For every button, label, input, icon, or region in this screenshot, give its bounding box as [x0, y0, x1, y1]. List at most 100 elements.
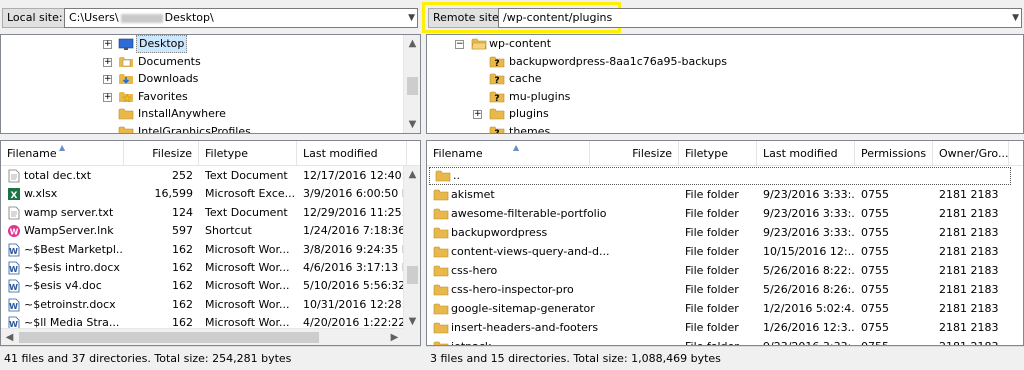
- desktop-icon: [118, 37, 134, 51]
- scroll-left-arrow-icon[interactable]: ◀: [1, 329, 18, 345]
- cell-filesize: 252: [172, 169, 193, 182]
- tree-item-downloads[interactable]: + Downloads: [1, 70, 420, 88]
- chevron-down-icon[interactable]: ▼: [1012, 9, 1019, 27]
- local-tree-scrollbar[interactable]: ▲ ▼: [403, 35, 420, 133]
- tree-item-backupwordpress-8aa1c76a95-backups[interactable]: ? backupwordpress-8aa1c76a95-backups: [427, 53, 1023, 71]
- tree-item-desktop[interactable]: + Desktop: [1, 35, 420, 53]
- remote-path: /wp-content/plugins: [503, 11, 613, 24]
- table-row[interactable]: W ~$Best Marketpl... 162 Microsoft Wor... 3/…: [1, 241, 407, 259]
- collapse-icon[interactable]: −: [455, 40, 464, 49]
- column-header-last-modified[interactable]: Last modified: [757, 141, 855, 166]
- cell-filetype: Microsoft Wor...: [205, 297, 290, 311]
- cell-owner-group: 2181 2183: [939, 207, 999, 220]
- table-row[interactable]: google-sitemap-generator File folder 1/2/2…: [427, 300, 1023, 318]
- local-path-suffix: Desktop\: [164, 11, 214, 24]
- expand-icon[interactable]: +: [103, 40, 112, 49]
- table-row[interactable]: backupwordpress File folder 9/23/2016 3:33…: [427, 224, 1023, 242]
- tree-item-mu-plugins[interactable]: ? mu-plugins: [427, 88, 1023, 106]
- local-file-list-header: Filename ▲ Filesize Filetype Last modifi…: [1, 141, 420, 166]
- cell-owner-group: 2181 2183: [939, 321, 999, 334]
- cell-last-modified: 1/2/2016 5:02:4...: [763, 302, 855, 315]
- scroll-thumb[interactable]: [407, 77, 418, 95]
- cell-owner-group: 2181 2183: [939, 264, 999, 277]
- parent-directory-row[interactable]: ..: [429, 167, 1011, 185]
- table-row[interactable]: content-views-query-and-d... File folder 1…: [427, 243, 1023, 261]
- folder-icon: [433, 226, 449, 240]
- tree-item-plugins[interactable]: + plugins: [427, 105, 1023, 123]
- table-row[interactable]: css-hero-inspector-pro File folder 5/26/20…: [427, 281, 1023, 299]
- word-file-icon: W: [7, 279, 21, 293]
- cell-permissions: 0755: [861, 283, 889, 296]
- chevron-down-icon[interactable]: ▼: [408, 9, 415, 27]
- unknown-folder-icon: ?: [489, 125, 505, 133]
- table-row[interactable]: Xw.xlsx 16,599 Microsoft Exce... 3/9/2016 6…: [1, 185, 407, 203]
- cell-owner-group: 2181 2183: [939, 188, 999, 201]
- table-row[interactable]: insert-headers-and-footers File folder 1/2…: [427, 319, 1023, 337]
- cell-filename: jetpack: [451, 338, 641, 345]
- unknown-folder-icon: ?: [489, 90, 505, 104]
- remote-site-path-input[interactable]: /wp-content/plugins ▼: [498, 8, 1022, 28]
- tree-item-favorites[interactable]: + Favorites: [1, 88, 420, 106]
- column-header-owner-group[interactable]: Owner/Gro...: [933, 141, 1009, 166]
- expand-icon[interactable]: +: [473, 110, 482, 120]
- scroll-up-arrow-icon[interactable]: ▲: [404, 166, 420, 183]
- table-row[interactable]: wamp server.txt 124 Text Document 12/29/201…: [1, 204, 407, 222]
- table-row[interactable]: W ~$esis intro.docx 162 Microsoft Wor... 4/6…: [1, 259, 407, 277]
- cell-filename: google-sitemap-generator: [451, 302, 595, 315]
- column-header-filetype[interactable]: Filetype: [199, 141, 297, 166]
- tree-item-intelgraphicsprofiles[interactable]: IntelGraphicsProfiles: [1, 123, 420, 133]
- cell-permissions: 0755: [861, 264, 889, 277]
- expand-icon[interactable]: +: [103, 92, 112, 102]
- column-header-filesize[interactable]: Filesize: [124, 141, 199, 166]
- tree-item-cache[interactable]: ? cache: [427, 70, 1023, 88]
- cell-owner-group: 2181 2183: [939, 283, 999, 296]
- cell-last-modified: 12/29/2016 11:25:1...: [303, 205, 407, 219]
- cell-permissions: 0755: [861, 188, 889, 201]
- cell-filetype: Microsoft Wor...: [205, 242, 290, 256]
- remote-pane: Remote site: /wp-content/plugins ▼ − wp-c…: [422, 0, 1024, 370]
- tree-item-label: Favorites: [138, 89, 188, 103]
- cell-last-modified: 3/8/2016 9:24:35 PM: [303, 242, 407, 256]
- tree-item-installanywhere[interactable]: InstallAnywhere: [1, 105, 420, 123]
- table-row[interactable]: W ~$etroinstr.docx 162 Microsoft Wor... 10/3…: [1, 296, 407, 314]
- column-header-filename[interactable]: Filename: [427, 141, 590, 166]
- table-row[interactable]: W WampServer.lnk 597 Shortcut 1/24/2016 7:18…: [1, 222, 407, 240]
- cell-last-modified: 9/23/2016 3:33:...: [763, 226, 855, 239]
- table-row[interactable]: awesome-filterable-portfolio File folder 9…: [427, 205, 1023, 223]
- word-file-icon: W: [7, 243, 21, 257]
- cell-last-modified: 1/24/2016 7:18:36 ...: [303, 224, 407, 238]
- column-header-permissions[interactable]: Permissions: [855, 141, 933, 166]
- cell-filename: backupwordpress: [451, 226, 548, 239]
- table-row[interactable]: W ~$esis v4.doc 162 Microsoft Wor... 5/10/20…: [1, 277, 407, 295]
- tree-item-documents[interactable]: + Documents: [1, 53, 420, 71]
- column-header-filetype[interactable]: Filetype: [679, 141, 757, 166]
- svg-text:W: W: [10, 228, 19, 237]
- table-row[interactable]: total dec.txt 252 Text Document 12/17/2016 …: [1, 167, 407, 185]
- local-list-scrollbar[interactable]: ▲ ▼: [403, 166, 420, 330]
- tree-item-wp-content[interactable]: − wp-content: [427, 35, 1023, 53]
- local-directory-tree: + Desktop + Documents + Downloads + Favorites In…: [0, 34, 421, 134]
- scroll-up-arrow-icon[interactable]: ▲: [404, 35, 420, 52]
- local-site-path-input[interactable]: C:\Users\ Desktop\ ▼: [64, 8, 418, 28]
- column-header-last-modified[interactable]: Last modified: [297, 141, 407, 166]
- cell-permissions: 0755: [861, 245, 889, 258]
- expand-icon[interactable]: +: [103, 75, 112, 85]
- column-header-filesize[interactable]: Filesize: [590, 141, 679, 166]
- scroll-corner: [403, 328, 420, 345]
- scroll-thumb[interactable]: [407, 266, 418, 284]
- table-row[interactable]: jetpack File folder 9/23/2016 3:33:... 0755…: [427, 338, 1023, 345]
- table-row[interactable]: akismet File folder 9/23/2016 3:33:... 0755…: [427, 186, 1023, 204]
- cell-filename: ~$etroinstr.docx: [24, 297, 116, 311]
- table-row[interactable]: css-hero File folder 5/26/2016 8:22:... 075…: [427, 262, 1023, 280]
- cell-filename: ..: [453, 169, 460, 182]
- cell-filesize: 162: [172, 279, 193, 293]
- scroll-down-arrow-icon[interactable]: ▼: [404, 116, 420, 133]
- tree-item-themes[interactable]: ? themes: [427, 123, 1023, 133]
- local-list-hscrollbar[interactable]: ◀ ▶: [1, 328, 403, 345]
- cell-last-modified: [765, 167, 857, 185]
- expand-icon[interactable]: +: [103, 57, 112, 67]
- scroll-right-arrow-icon[interactable]: ▶: [386, 329, 403, 345]
- cell-filetype: File folder: [685, 245, 739, 258]
- cell-permissions: 0755: [861, 226, 889, 239]
- scroll-thumb[interactable]: [19, 332, 319, 343]
